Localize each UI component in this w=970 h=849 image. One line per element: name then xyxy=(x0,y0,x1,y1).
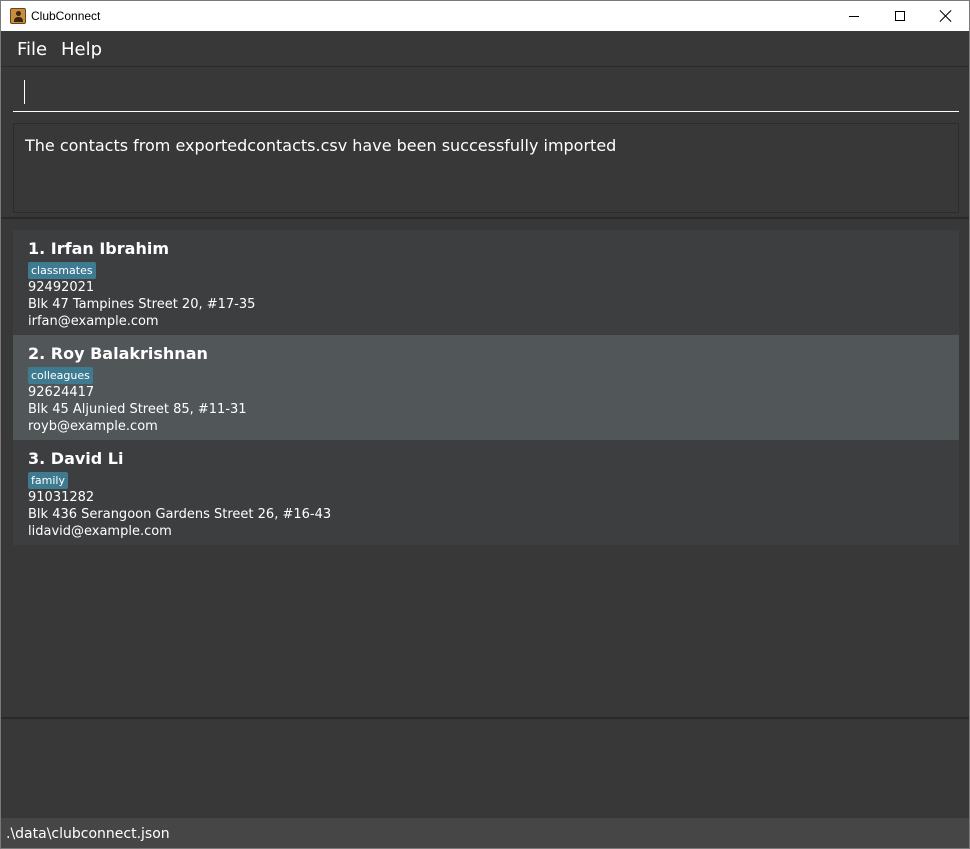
minimize-icon xyxy=(849,15,859,17)
menu-file[interactable]: File xyxy=(17,39,47,60)
close-button[interactable] xyxy=(923,1,969,31)
secondary-panel xyxy=(1,719,969,818)
menu-bar: File Help xyxy=(1,31,969,67)
person-email: royb@example.com xyxy=(28,419,158,434)
person-phone: 92492021 xyxy=(28,280,95,295)
command-box xyxy=(13,74,959,112)
person-list[interactable]: 1. Irfan Ibrahim classmates 92492021 Blk… xyxy=(13,230,959,545)
save-file-path: .\data\clubconnect.json xyxy=(6,826,170,842)
person-email: lidavid@example.com xyxy=(28,524,172,539)
close-icon xyxy=(940,10,952,22)
title-bar[interactable]: ClubConnect xyxy=(1,1,969,31)
person-name: 2. Roy Balakrishnan xyxy=(28,344,208,363)
maximize-button[interactable] xyxy=(877,1,923,31)
person-phone: 91031282 xyxy=(28,490,95,505)
person-address: Blk 45 Aljunied Street 85, #11-31 xyxy=(28,402,247,417)
minimize-button[interactable] xyxy=(831,1,877,31)
person-card[interactable]: 3. David Li family 91031282 Blk 436 Sera… xyxy=(13,440,959,545)
menu-help[interactable]: Help xyxy=(61,39,102,60)
result-display: The contacts from exportedcontacts.csv h… xyxy=(13,123,959,213)
person-name: 1. Irfan Ibrahim xyxy=(28,239,169,258)
person-email: irfan@example.com xyxy=(28,314,159,329)
person-name: 3. David Li xyxy=(28,449,124,468)
status-bar: .\data\clubconnect.json xyxy=(1,818,969,848)
divider xyxy=(1,217,969,219)
result-message: The contacts from exportedcontacts.csv h… xyxy=(25,136,617,155)
app-window: ClubConnect File Help The contacts from … xyxy=(0,0,970,849)
person-phone: 92624417 xyxy=(28,385,95,400)
window-title: ClubConnect xyxy=(31,9,101,23)
person-address: Blk 436 Serangoon Gardens Street 26, #16… xyxy=(28,507,332,522)
person-card-selected[interactable]: 2. Roy Balakrishnan colleagues 92624417 … xyxy=(13,335,959,440)
person-tag: classmates xyxy=(28,262,96,279)
person-card[interactable]: 1. Irfan Ibrahim classmates 92492021 Blk… xyxy=(13,230,959,335)
text-caret xyxy=(24,80,25,104)
maximize-icon xyxy=(895,11,905,21)
command-input[interactable] xyxy=(13,74,959,111)
person-tag: family xyxy=(28,472,68,489)
person-tag: colleagues xyxy=(28,367,93,384)
app-icon xyxy=(10,8,26,24)
person-address: Blk 47 Tampines Street 20, #17-35 xyxy=(28,297,256,312)
